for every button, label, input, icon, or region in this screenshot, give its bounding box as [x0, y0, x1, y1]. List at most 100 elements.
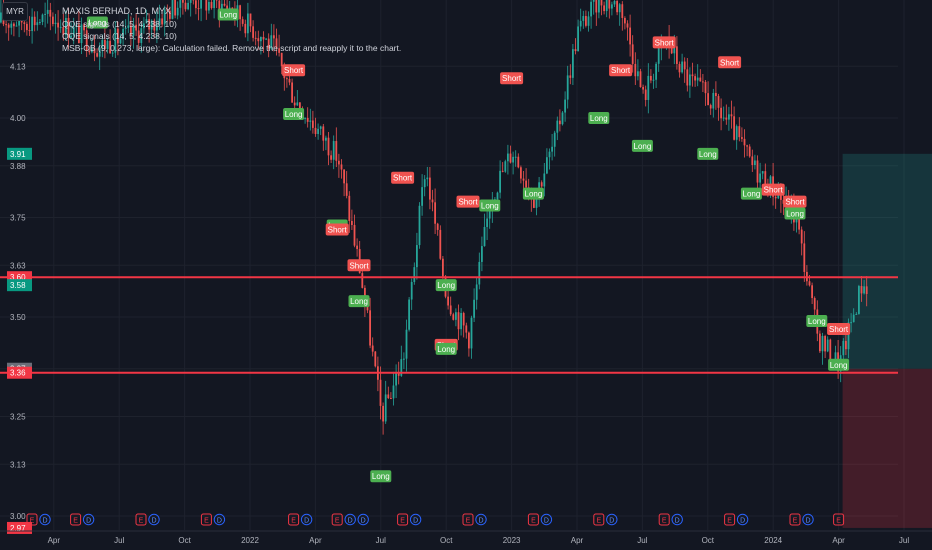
candle: [616, 0, 618, 13]
candle: [613, 0, 616, 5]
candle: [244, 23, 247, 34]
candle: [717, 96, 720, 108]
candle: [865, 286, 868, 294]
candle: [587, 16, 590, 26]
long-signal-label: Long: [479, 199, 501, 212]
candle: [730, 114, 733, 117]
candle: [293, 102, 296, 106]
candle: [189, 0, 192, 3]
price-tag-text: 3.91: [10, 150, 26, 159]
candle: [566, 75, 569, 100]
candle: [699, 77, 702, 82]
marker-letter: D: [151, 518, 156, 525]
candle: [824, 336, 826, 352]
candle: [429, 177, 431, 200]
candle: [10, 23, 13, 28]
candle: [197, 8, 200, 10]
x-tick-label: Apr: [309, 536, 322, 545]
candle: [208, 1, 210, 11]
candle: [319, 126, 322, 129]
signal-text: Short: [349, 261, 369, 270]
candle: [683, 61, 686, 70]
marker-letter: E: [793, 518, 798, 525]
price-tag[interactable]: 3.58: [7, 279, 32, 292]
candle: [374, 351, 377, 367]
candle: [223, 3, 226, 6]
candle: [751, 156, 754, 166]
indicator-legend-3[interactable]: MSB-OB (9, 0.273, large): Calculation fa…: [62, 43, 401, 53]
loss-zone[interactable]: [842, 368, 932, 528]
candle: [540, 182, 543, 187]
candle: [408, 299, 410, 330]
candle: [735, 126, 738, 140]
candle: [741, 137, 743, 139]
candle: [265, 38, 267, 40]
y-tick-label: 4.00: [10, 114, 26, 123]
marker-letter: E: [662, 518, 667, 525]
candle: [418, 205, 421, 246]
candle: [756, 160, 759, 183]
candle: [486, 218, 488, 227]
candle: [215, 0, 218, 1]
chart-background: [0, 0, 932, 550]
candle: [327, 137, 330, 156]
candle: [195, 0, 197, 9]
candle: [715, 92, 717, 97]
candle: [595, 0, 598, 13]
candle: [761, 171, 764, 174]
indicator-legend-2[interactable]: QQE signals (14, 5, 4.238, 10): [62, 31, 177, 41]
price-tag[interactable]: 2.97: [7, 521, 32, 534]
signal-text: Long: [525, 190, 543, 199]
candle: [395, 373, 397, 386]
candle: [621, 4, 624, 18]
candle: [811, 285, 813, 299]
candle: [325, 137, 327, 141]
candle: [449, 305, 452, 315]
candle: [725, 117, 728, 120]
candle: [722, 117, 725, 119]
candle: [379, 379, 382, 406]
candle: [574, 49, 577, 52]
candle: [330, 155, 332, 160]
candle: [728, 114, 730, 120]
candle: [340, 164, 343, 170]
candle: [507, 153, 509, 162]
marker-letter: E: [596, 518, 601, 525]
candle: [361, 273, 364, 288]
candle: [520, 167, 522, 179]
candle: [689, 74, 691, 86]
candle: [332, 141, 335, 160]
candle: [553, 132, 556, 147]
marker-letter: D: [217, 518, 222, 525]
candle: [826, 339, 829, 352]
x-tick-label: Apr: [832, 536, 845, 545]
candle: [254, 37, 257, 39]
candle: [712, 92, 715, 109]
candle: [733, 116, 735, 140]
x-tick-label: Jul: [899, 536, 909, 545]
marker-letter: E: [139, 518, 144, 525]
long-signal-label: Long: [740, 187, 762, 200]
price-tag[interactable]: 3.36: [7, 366, 32, 379]
candle: [608, 0, 611, 9]
candle: [390, 398, 392, 400]
candle: [13, 23, 15, 27]
candle: [517, 156, 520, 168]
marker-letter: E: [400, 518, 405, 525]
long-signal-label: Long: [631, 139, 653, 152]
marker-letter: E: [531, 518, 536, 525]
candle: [54, 22, 57, 25]
candle: [416, 245, 418, 268]
profit-zone[interactable]: [842, 153, 932, 369]
marker-letter: D: [805, 518, 810, 525]
marker-letter: D: [609, 518, 614, 525]
indicator-legend-1[interactable]: QQE signals (14, 5, 4.238, 10): [62, 19, 177, 29]
x-tick-label: Oct: [702, 536, 715, 545]
candle: [314, 127, 317, 134]
marker-letter: E: [335, 518, 340, 525]
price-chart[interactable]: LongLongShortLongLongShortShortLongLongS…: [0, 0, 932, 550]
symbol-button[interactable]: MYR: [2, 2, 28, 21]
price-tag[interactable]: 3.91: [7, 147, 32, 160]
short-signal-label: Short: [456, 195, 480, 208]
x-tick-label: Oct: [178, 536, 191, 545]
